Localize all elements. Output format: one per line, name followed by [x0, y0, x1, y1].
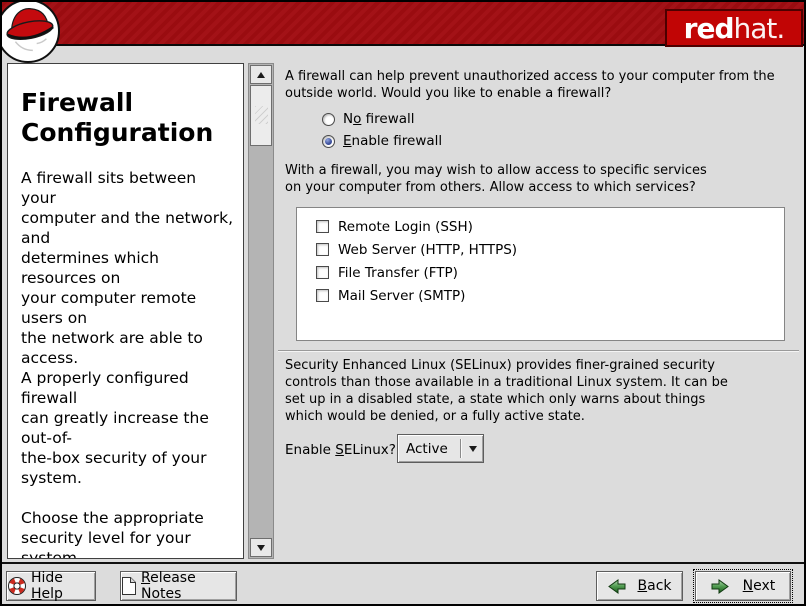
checkbox-icon[interactable] [316, 220, 329, 233]
scroll-down-button[interactable] [250, 538, 272, 557]
help-paragraph: Choose the appropriate security level fo… [21, 508, 235, 559]
hide-help-button[interactable]: Hide Help [6, 571, 96, 601]
installer-window: redhat. Firewall Configuration A firewal… [0, 0, 806, 606]
scrollbar-thumb[interactable] [250, 85, 272, 146]
selinux-dropdown[interactable]: Active [397, 434, 484, 463]
arrow-right-icon [711, 578, 729, 595]
radio-label: No firewall [343, 111, 415, 127]
services-intro-text: With a firewall, you may wish to allow a… [285, 162, 707, 196]
life-buoy-icon [7, 576, 27, 596]
radio-enable-firewall[interactable]: Enable firewall [322, 133, 442, 149]
arrow-up-icon [257, 72, 265, 78]
checkbox-icon[interactable] [316, 289, 329, 302]
checkbox-icon[interactable] [316, 243, 329, 256]
release-notes-button[interactable]: Release Notes [120, 571, 237, 601]
service-row-http[interactable]: Web Server (HTTP, HTTPS) [297, 238, 784, 261]
help-panel: Firewall Configuration A firewall sits b… [7, 63, 244, 559]
document-icon [121, 576, 137, 596]
help-scrollbar[interactable] [248, 63, 274, 559]
service-label: Mail Server (SMTP) [338, 288, 465, 304]
release-notes-label: Release Notes [141, 570, 236, 602]
checkbox-icon[interactable] [316, 266, 329, 279]
radio-label: Enable firewall [343, 133, 442, 149]
radio-no-firewall[interactable]: No firewall [322, 111, 415, 127]
service-row-ftp[interactable]: File Transfer (FTP) [297, 261, 784, 284]
radio-circle-selected-icon[interactable] [322, 135, 335, 148]
arrow-left-icon [608, 578, 626, 595]
redhat-shadowman-icon [2, 2, 60, 63]
services-list: Remote Login (SSH) Web Server (HTTP, HTT… [296, 207, 785, 341]
footer-bar: Hide Help Release Notes Back [2, 562, 804, 604]
radio-circle-icon[interactable] [322, 113, 335, 126]
back-label: Back [638, 578, 672, 594]
arrow-down-icon [257, 545, 265, 551]
redhat-wordmark: redhat. [665, 9, 803, 47]
section-separator [278, 350, 799, 352]
next-button[interactable]: Next [695, 571, 791, 601]
back-button[interactable]: Back [596, 571, 683, 601]
next-label: Next [743, 578, 776, 594]
window-content: redhat. Firewall Configuration A firewal… [2, 2, 804, 604]
help-paragraph: A firewall sits between your computer an… [21, 168, 235, 488]
service-label: Remote Login (SSH) [338, 219, 473, 235]
selinux-label: Enable SELinux?: [285, 442, 400, 458]
brand-hat-text: hat. [734, 12, 785, 45]
chevron-down-icon[interactable] [462, 446, 483, 452]
service-row-ssh[interactable]: Remote Login (SSH) [297, 215, 784, 238]
selinux-description-text: Security Enhanced Linux (SELinux) provid… [285, 357, 728, 425]
service-label: File Transfer (FTP) [338, 265, 458, 281]
service-row-smtp[interactable]: Mail Server (SMTP) [297, 284, 784, 307]
brand-red-text: red [684, 12, 734, 45]
selinux-dropdown-value: Active [398, 441, 460, 457]
service-label: Web Server (HTTP, HTTPS) [338, 242, 517, 258]
firewall-intro-text: A firewall can help prevent unauthorized… [285, 68, 775, 102]
scroll-up-button[interactable] [250, 65, 272, 84]
hide-help-label: Hide Help [31, 570, 95, 602]
help-title: Firewall Configuration [21, 88, 235, 148]
